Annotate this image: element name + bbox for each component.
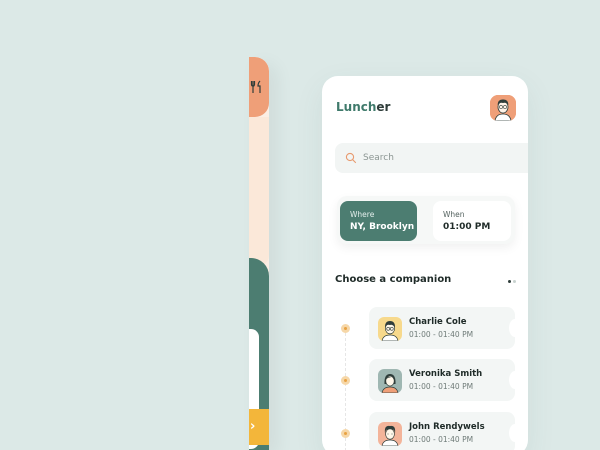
user-avatar[interactable]: [490, 95, 516, 121]
companion-card[interactable]: John Rendywels 01:00 - 01:40 PM: [369, 412, 521, 450]
card-notch: [509, 371, 521, 389]
when-label: When: [443, 210, 465, 219]
companion-name: Veronika Smith: [409, 369, 483, 379]
companion-time: 01:00 - 01:40 PM: [409, 330, 474, 339]
search-input[interactable]: [363, 149, 513, 167]
chevron-right-icon: ›: [250, 419, 256, 434]
companion-avatar: [378, 317, 402, 341]
person-icon: [378, 317, 402, 341]
search-bar[interactable]: [335, 143, 528, 173]
card-notch: [509, 319, 521, 337]
page-indicator: [508, 280, 518, 284]
companion-name: Charlie Cole: [409, 317, 467, 327]
companion-time: 01:00 - 01:40 PM: [409, 435, 474, 444]
where-value: NY, Brooklyn: [350, 222, 415, 232]
logo-text-secondary: er: [376, 100, 391, 114]
when-value: 01:00 PM: [443, 222, 491, 232]
search-icon: [345, 152, 357, 164]
fork-knife-icon: [250, 80, 261, 93]
page-dot: [513, 280, 516, 283]
person-icon: [378, 422, 402, 446]
next-button[interactable]: ›: [249, 409, 269, 445]
person-icon: [378, 369, 402, 393]
where-option[interactable]: Where NY, Brooklyn: [340, 201, 417, 241]
previous-screen: ›: [249, 57, 269, 450]
where-label: Where: [350, 210, 375, 219]
user-avatar-icon: [490, 95, 516, 121]
restaurant-tab[interactable]: [249, 57, 269, 117]
timeline-dot: [341, 429, 350, 438]
page-dot-active: [508, 280, 511, 283]
timeline-dot: [341, 376, 350, 385]
logo-text-primary: Lunch: [336, 100, 377, 114]
content-panel: [249, 117, 269, 267]
when-option[interactable]: When 01:00 PM: [433, 201, 511, 241]
companion-avatar: [378, 422, 402, 446]
companion-name: John Rendywels: [409, 422, 485, 432]
timeline-dot: [341, 324, 350, 333]
card-notch: [509, 424, 521, 442]
app-logo: Luncher: [336, 100, 390, 114]
companion-time: 01:00 - 01:40 PM: [409, 382, 474, 391]
app-screen: Luncher Where NY, Brooklyn When 01:00 PM…: [322, 76, 528, 450]
where-when-selector: Where NY, Brooklyn When 01:00 PM: [337, 196, 515, 244]
companion-card[interactable]: Veronika Smith 01:00 - 01:40 PM: [369, 359, 521, 401]
section-title: Choose a companion: [335, 274, 452, 285]
companion-card[interactable]: Charlie Cole 01:00 - 01:40 PM: [369, 307, 521, 349]
companion-avatar: [378, 369, 402, 393]
